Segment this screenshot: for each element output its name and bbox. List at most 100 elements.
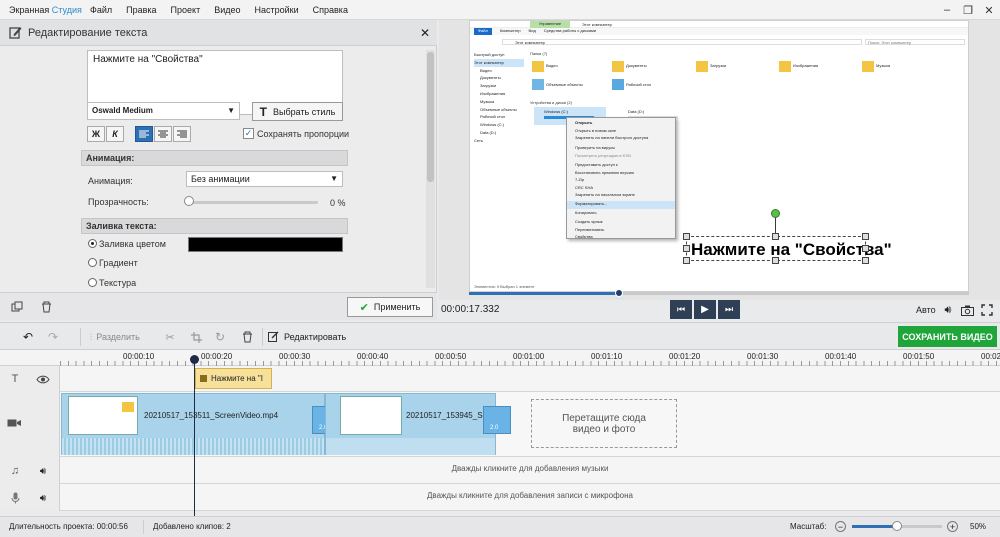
zoom-out-button[interactable]: − <box>835 521 846 532</box>
explorer-tab-file[interactable]: Файл <box>474 28 492 35</box>
sidebar-desktop[interactable]: Рабочий стол <box>474 113 524 121</box>
folder-desktop[interactable]: Рабочий стол <box>626 82 651 87</box>
sidebar-this-pc[interactable]: Этот компьютер <box>474 58 524 67</box>
ctx-ksn[interactable]: Посмотреть репутацию в KSN <box>567 153 675 161</box>
bold-button[interactable]: Ж <box>87 126 105 142</box>
folder-pictures[interactable]: Изображения <box>793 63 818 68</box>
drop-zone[interactable]: Перетащите сюда видео и фото <box>531 399 677 448</box>
edit-button[interactable]: Редактировать <box>268 329 346 345</box>
save-video-button[interactable]: СОХРАНИТЬ ВИДЕО <box>898 326 997 347</box>
delete-icon[interactable] <box>39 300 53 314</box>
sidebar-pictures[interactable]: Изображения <box>474 90 524 98</box>
sidebar-drive-c[interactable]: Windows (C:) <box>474 121 524 129</box>
ctx-shortcut[interactable]: Создать ярлык <box>567 219 675 227</box>
ctx-properties[interactable]: Свойства <box>567 234 675 242</box>
explorer-search[interactable]: Поиск: Этот компьютер <box>865 39 965 45</box>
music-track[interactable]: ♫ 🔊︎ Дважды кликните для добавления музы… <box>0 457 1000 484</box>
animation-select[interactable]: Без анимации ▼ <box>186 171 343 187</box>
timeline-ruler[interactable]: 00:00:10 00:00:20 00:00:30 00:00:40 00:0… <box>0 350 1000 366</box>
align-left-button[interactable] <box>135 126 153 142</box>
folder-videos[interactable]: Видео <box>546 63 558 68</box>
sidebar-quick-access[interactable]: Быстрый доступ <box>474 51 524 59</box>
close-window-button[interactable]: ✕ <box>980 2 998 18</box>
choose-style-button[interactable]: T Выбрать стиль <box>252 102 343 121</box>
panel-scrollbar[interactable] <box>426 50 435 288</box>
zoom-in-button[interactable]: + <box>947 521 958 532</box>
auto-label[interactable]: Авто <box>916 305 936 315</box>
font-select[interactable]: Oswald Medium ▼ <box>87 102 240 120</box>
resize-handle[interactable] <box>683 233 690 240</box>
opacity-slider-thumb[interactable] <box>184 196 194 206</box>
preview-screen[interactable]: Управление Этот компьютер Файл Компьютер… <box>469 20 969 292</box>
resize-handle[interactable] <box>862 257 869 264</box>
duplicate-icon[interactable] <box>10 300 24 314</box>
ctx-pin-start[interactable]: Закрепить на начальном экране <box>567 192 675 200</box>
sidebar-music[interactable]: Музыка <box>474 98 524 106</box>
menu-video[interactable]: Видео <box>214 5 240 15</box>
ctx-open-new-window[interactable]: Открыть в новом окне <box>567 128 675 136</box>
folder-3d[interactable]: Объемные объекты <box>546 82 583 87</box>
prev-frame-button[interactable]: ⏮ <box>670 300 692 319</box>
resize-handle[interactable] <box>772 257 779 264</box>
align-center-button[interactable] <box>154 126 172 142</box>
folder-downloads[interactable]: Загрузки <box>710 63 726 68</box>
ctx-share[interactable]: Предоставить доступ к <box>567 162 675 170</box>
split-button[interactable]: ⫶ Разделить <box>90 329 140 345</box>
sidebar-downloads[interactable]: Загрузки <box>474 82 524 90</box>
next-frame-button[interactable]: ⏭ <box>718 300 740 319</box>
resize-handle[interactable] <box>772 233 779 240</box>
maximize-button[interactable]: ❐ <box>959 2 977 18</box>
gradient-radio[interactable] <box>88 258 97 267</box>
sidebar-network[interactable]: Сеть <box>474 137 524 145</box>
ctx-7zip[interactable]: 7-Zip <box>567 177 675 185</box>
volume-icon[interactable]: 🔊︎ <box>36 464 50 478</box>
preview-progress-track[interactable] <box>469 289 969 297</box>
redo-icon[interactable]: ↷ <box>45 330 61 344</box>
preview-progress-knob[interactable] <box>615 289 623 297</box>
close-panel-icon[interactable]: ✕ <box>418 26 432 40</box>
menu-file[interactable]: Файл <box>90 5 112 15</box>
menu-edit[interactable]: Правка <box>126 5 156 15</box>
explorer-tab-view[interactable]: Вид <box>529 28 536 35</box>
ctx-open[interactable]: Открыть <box>567 120 675 128</box>
sidebar-videos[interactable]: Видео <box>474 67 524 75</box>
explorer-tab-drive-tools[interactable]: Средства работы с дисками <box>544 28 596 35</box>
ctx-pin-quick[interactable]: Закрепить на панели быстрого доступа <box>567 135 675 143</box>
fullscreen-icon[interactable] <box>980 303 994 317</box>
sidebar-documents[interactable]: Документы <box>474 74 524 82</box>
ctx-format[interactable]: Форматировать... <box>567 201 675 209</box>
ctx-restore[interactable]: Восстановить прежнюю версию <box>567 170 675 178</box>
playhead-handle[interactable] <box>190 355 199 364</box>
rotate-handle[interactable] <box>771 209 780 218</box>
align-right-button[interactable] <box>173 126 191 142</box>
crop-icon[interactable] <box>189 330 203 344</box>
video-clip-1[interactable]: 20210517_153511_ScreenVideo.mp4 <box>61 393 325 455</box>
fill-color-radio[interactable] <box>88 239 97 248</box>
folder-music[interactable]: Музыка <box>876 63 890 68</box>
sidebar-drive-d[interactable]: Data (D:) <box>474 129 524 137</box>
snapshot-icon[interactable] <box>960 303 974 317</box>
resize-handle[interactable] <box>683 245 690 252</box>
menu-settings[interactable]: Настройки <box>255 5 299 15</box>
resize-handle[interactable] <box>683 257 690 264</box>
keep-proportions-checkbox[interactable]: ✓ <box>243 128 254 139</box>
texture-radio[interactable] <box>88 278 97 287</box>
video-clip-2[interactable]: 20210517_153945_Sc <box>325 393 496 455</box>
volume-icon[interactable]: 🔊︎ <box>36 491 50 505</box>
minimize-button[interactable]: – <box>938 2 956 18</box>
scrollbar-thumb[interactable] <box>427 52 434 182</box>
explorer-tab-computer[interactable]: Компьютер <box>500 28 521 35</box>
fill-color-swatch[interactable] <box>188 237 343 252</box>
menu-help[interactable]: Справка <box>313 5 348 15</box>
text-clip[interactable]: Нажмите на "I <box>195 368 272 389</box>
italic-button[interactable]: К <box>106 126 124 142</box>
transition-2[interactable]: 2.0 <box>483 406 511 434</box>
rotate-icon[interactable]: ↻ <box>213 330 227 344</box>
play-button[interactable]: ▶ <box>694 300 716 319</box>
ctx-copy[interactable]: Копировать <box>567 210 675 218</box>
scale-slider-thumb[interactable] <box>892 521 902 531</box>
ctx-crc[interactable]: CRC SHA <box>567 185 675 193</box>
scissors-icon[interactable]: ✂ <box>163 330 177 344</box>
folder-documents[interactable]: Документы <box>626 63 647 68</box>
resize-handle[interactable] <box>862 245 869 252</box>
